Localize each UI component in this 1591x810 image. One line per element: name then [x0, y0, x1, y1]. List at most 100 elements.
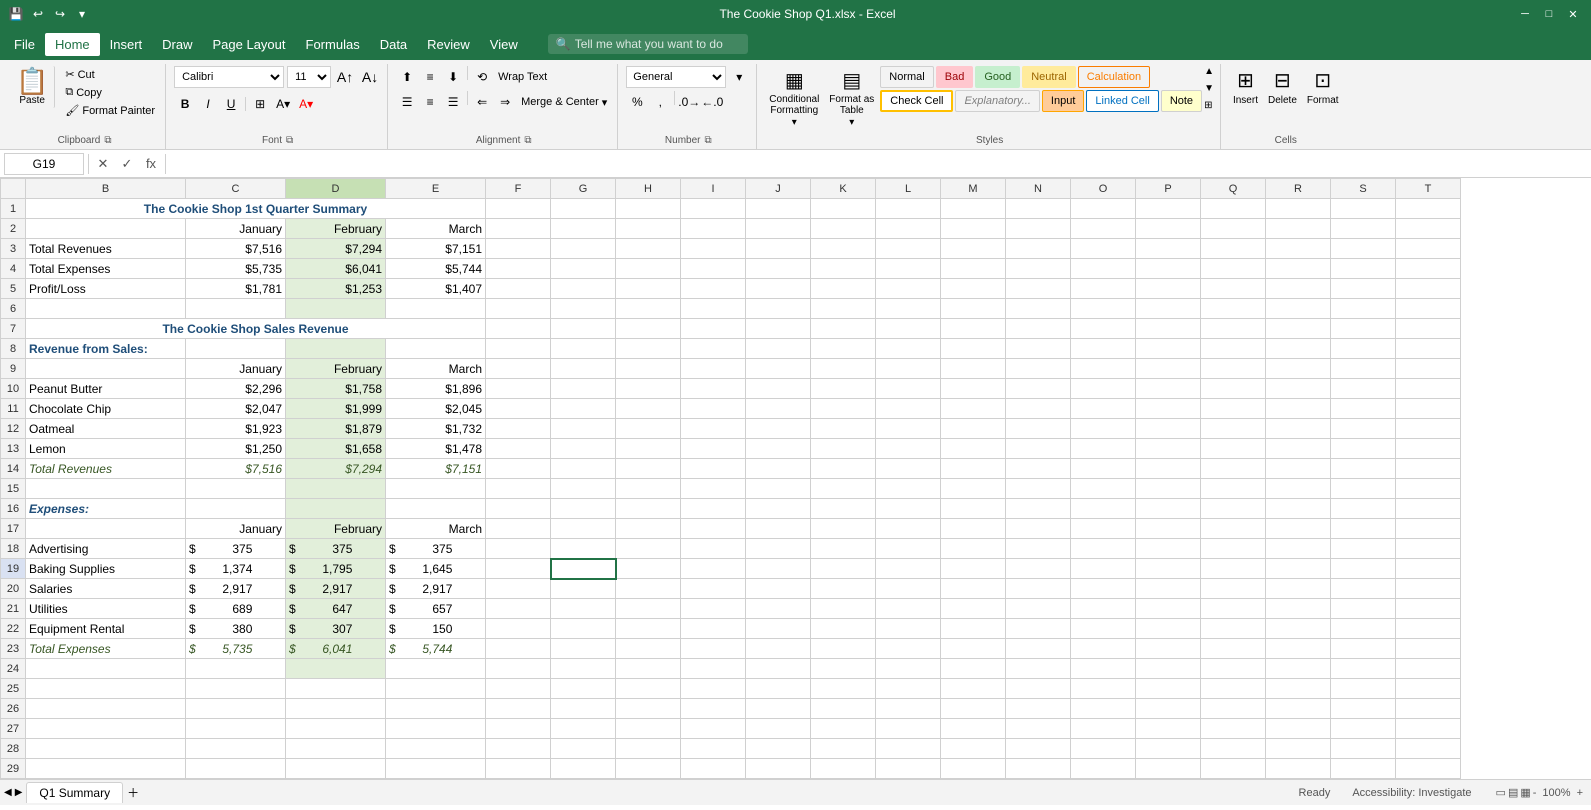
bold-button[interactable]: B — [174, 93, 196, 115]
cell-i15[interactable] — [681, 479, 746, 499]
cell-m21[interactable] — [941, 599, 1006, 619]
cell-n13[interactable] — [1006, 439, 1071, 459]
cell-g27[interactable] — [551, 719, 616, 739]
maximize-button[interactable]: □ — [1539, 4, 1559, 24]
cell-q12[interactable] — [1201, 419, 1266, 439]
cell-q26[interactable] — [1201, 699, 1266, 719]
cell-j5[interactable] — [746, 279, 811, 299]
align-right-button[interactable]: ☰ — [442, 91, 464, 113]
cell-k25[interactable] — [811, 679, 876, 699]
cell-h21[interactable] — [616, 599, 681, 619]
cell-r15[interactable] — [1266, 479, 1331, 499]
menu-insert[interactable]: Insert — [100, 33, 153, 56]
cell-q20[interactable] — [1201, 579, 1266, 599]
col-header-r[interactable]: R — [1266, 179, 1331, 199]
increase-font-button[interactable]: A↑ — [334, 66, 356, 88]
formula-input[interactable] — [170, 153, 1587, 175]
cell-i5[interactable] — [681, 279, 746, 299]
cell-m29[interactable] — [941, 759, 1006, 779]
cell-t27[interactable] — [1396, 719, 1461, 739]
cell-d14[interactable]: $7,294 — [286, 459, 386, 479]
cell-l18[interactable] — [876, 539, 941, 559]
cell-i26[interactable] — [681, 699, 746, 719]
cell-e14[interactable]: $7,151 — [386, 459, 486, 479]
cell-f11[interactable] — [486, 399, 551, 419]
cell-p25[interactable] — [1136, 679, 1201, 699]
cell-q28[interactable] — [1201, 739, 1266, 759]
cell-s18[interactable] — [1331, 539, 1396, 559]
cell-c18[interactable]: $ 375 — [186, 539, 286, 559]
cell-p7[interactable] — [1136, 319, 1201, 339]
cell-r28[interactable] — [1266, 739, 1331, 759]
cell-e29[interactable] — [386, 759, 486, 779]
row-header-6[interactable]: 6 — [1, 299, 26, 319]
cell-q1[interactable] — [1201, 199, 1266, 219]
cell-c25[interactable] — [186, 679, 286, 699]
cell-p28[interactable] — [1136, 739, 1201, 759]
cell-f15[interactable] — [486, 479, 551, 499]
cell-l8[interactable] — [876, 339, 941, 359]
row-header-4[interactable]: 4 — [1, 259, 26, 279]
cell-t25[interactable] — [1396, 679, 1461, 699]
row-header-28[interactable]: 28 — [1, 739, 26, 759]
cell-c19[interactable]: $ 1,374 — [186, 559, 286, 579]
cell-b20[interactable]: Salaries — [26, 579, 186, 599]
cell-g17[interactable] — [551, 519, 616, 539]
cell-c12[interactable]: $1,923 — [186, 419, 286, 439]
cell-n16[interactable] — [1006, 499, 1071, 519]
cell-i20[interactable] — [681, 579, 746, 599]
cell-k11[interactable] — [811, 399, 876, 419]
cell-c16[interactable] — [186, 499, 286, 519]
cell-s20[interactable] — [1331, 579, 1396, 599]
cell-h25[interactable] — [616, 679, 681, 699]
cell-j17[interactable] — [746, 519, 811, 539]
cell-n14[interactable] — [1006, 459, 1071, 479]
cell-r27[interactable] — [1266, 719, 1331, 739]
cell-n25[interactable] — [1006, 679, 1071, 699]
cell-g18[interactable] — [551, 539, 616, 559]
cell-d4[interactable]: $6,041 — [286, 259, 386, 279]
cell-o22[interactable] — [1071, 619, 1136, 639]
cell-s29[interactable] — [1331, 759, 1396, 779]
cell-k28[interactable] — [811, 739, 876, 759]
cell-q14[interactable] — [1201, 459, 1266, 479]
cell-e15[interactable] — [386, 479, 486, 499]
cell-e20[interactable]: $ 2,917 — [386, 579, 486, 599]
cell-o16[interactable] — [1071, 499, 1136, 519]
cell-l13[interactable] — [876, 439, 941, 459]
cell-r5[interactable] — [1266, 279, 1331, 299]
cell-n26[interactable] — [1006, 699, 1071, 719]
cell-o15[interactable] — [1071, 479, 1136, 499]
cell-t20[interactable] — [1396, 579, 1461, 599]
cell-d16[interactable] — [286, 499, 386, 519]
cell-h23[interactable] — [616, 639, 681, 659]
cell-k22[interactable] — [811, 619, 876, 639]
cell-r13[interactable] — [1266, 439, 1331, 459]
row-header-27[interactable]: 27 — [1, 719, 26, 739]
cell-h4[interactable] — [616, 259, 681, 279]
col-header-m[interactable]: M — [941, 179, 1006, 199]
cell-p27[interactable] — [1136, 719, 1201, 739]
cell-h3[interactable] — [616, 239, 681, 259]
cell-s16[interactable] — [1331, 499, 1396, 519]
cell-e9[interactable]: March — [386, 359, 486, 379]
cell-o4[interactable] — [1071, 259, 1136, 279]
row-header-21[interactable]: 21 — [1, 599, 26, 619]
col-header-q[interactable]: Q — [1201, 179, 1266, 199]
cell-j18[interactable] — [746, 539, 811, 559]
cell-n15[interactable] — [1006, 479, 1071, 499]
font-expand-icon[interactable]: ⧉ — [286, 135, 293, 146]
cell-r6[interactable] — [1266, 299, 1331, 319]
cell-t8[interactable] — [1396, 339, 1461, 359]
cell-o9[interactable] — [1071, 359, 1136, 379]
cell-l17[interactable] — [876, 519, 941, 539]
cell-s11[interactable] — [1331, 399, 1396, 419]
increase-decimal-button[interactable]: .0→ — [678, 91, 700, 113]
cell-t15[interactable] — [1396, 479, 1461, 499]
cell-r7[interactable] — [1266, 319, 1331, 339]
font-color-button[interactable]: A▾ — [295, 93, 317, 115]
cell-q18[interactable] — [1201, 539, 1266, 559]
cell-o25[interactable] — [1071, 679, 1136, 699]
row-header-5[interactable]: 5 — [1, 279, 26, 299]
cell-j8[interactable] — [746, 339, 811, 359]
